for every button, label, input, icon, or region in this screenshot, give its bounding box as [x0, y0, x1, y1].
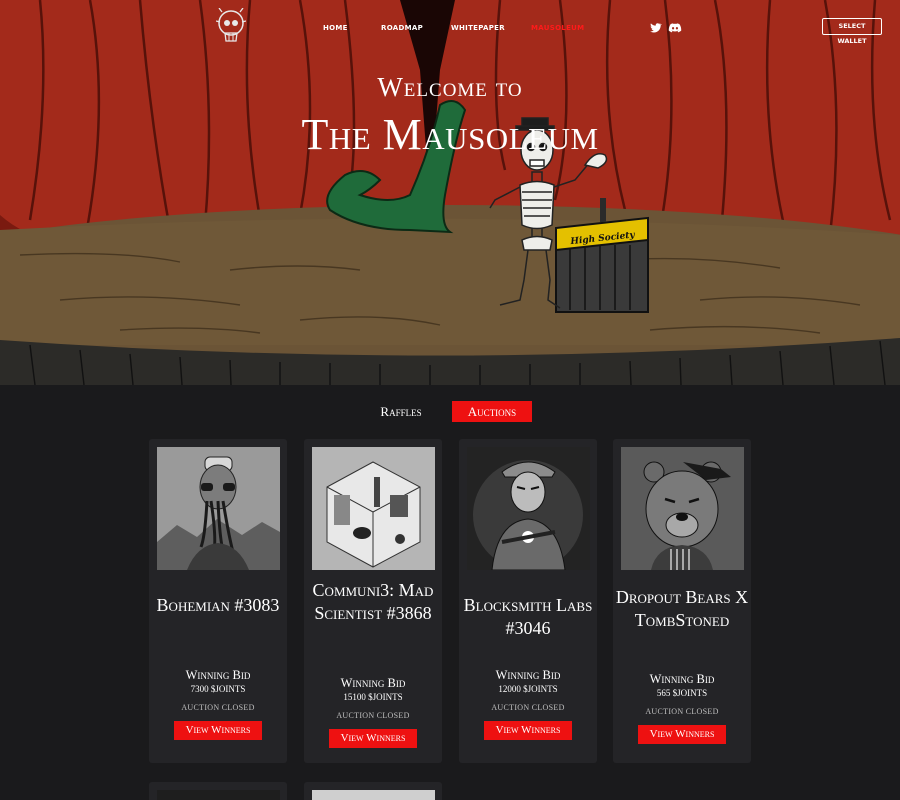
auction-card: [149, 782, 287, 800]
auction-card: Bohemian #3083 Winning Bid 7300 $JOINTS …: [149, 439, 287, 763]
card-title: Communi3: Mad Scientist #3868: [312, 580, 434, 623]
raffle-auction-tabs: Raffles Auctions: [0, 401, 900, 423]
auction-card: [304, 782, 442, 800]
view-winners-button[interactable]: View Winners: [174, 721, 262, 740]
winning-bid-value: 12000 $JOINTS: [498, 684, 558, 694]
auction-card: Blocksmith Labs #3046 Winning Bid 12000 …: [459, 439, 597, 763]
winning-bid-label: Winning Bid: [340, 676, 406, 690]
nav-mausoleum[interactable]: MAUSOLEUM: [531, 24, 584, 32]
tab-auctions[interactable]: Auctions: [452, 401, 532, 422]
nft-image: [312, 790, 435, 800]
card-title: Blocksmith Labs #3046: [463, 595, 593, 638]
nft-image: [157, 790, 280, 800]
nft-image: [157, 447, 280, 570]
auction-card: Dropout Bears X TombStoned Winning Bid 5…: [613, 439, 751, 763]
winning-bid-label: Winning Bid: [649, 672, 715, 686]
nft-image: [467, 447, 590, 570]
auction-card: Communi3: Mad Scientist #3868 Winning Bi…: [304, 439, 442, 763]
nft-image: [621, 447, 744, 570]
nav-whitepaper[interactable]: WHITEPAPER: [451, 24, 505, 32]
twitter-icon[interactable]: [648, 21, 662, 35]
view-winners-button[interactable]: View Winners: [484, 721, 572, 740]
winning-bid-label: Winning Bid: [495, 668, 561, 682]
auction-status: AUCTION CLOSED: [491, 703, 565, 712]
nft-image: [312, 447, 435, 570]
winning-bid-value: 565 $JOINTS: [656, 688, 708, 698]
nav-home[interactable]: HOME: [323, 24, 348, 32]
view-winners-button[interactable]: View Winners: [638, 725, 726, 744]
auction-status: AUCTION CLOSED: [336, 711, 410, 720]
auction-status: AUCTION CLOSED: [645, 707, 719, 716]
nav-roadmap[interactable]: ROADMAP: [381, 24, 423, 32]
hero-welcome-text: Welcome to: [377, 72, 523, 102]
discord-icon[interactable]: [668, 21, 682, 35]
card-title: Bohemian #3083: [156, 595, 280, 615]
stage-illustration: High Society: [0, 0, 900, 385]
winning-bid-value: 7300 $JOINTS: [190, 684, 246, 694]
top-nav: HOME ROADMAP WHITEPAPER MAUSOLEUM SELECT…: [0, 0, 900, 56]
card-title: Dropout Bears X TombStoned: [615, 587, 749, 630]
winning-bid-value: 15100 $JOINTS: [343, 692, 403, 702]
hero-banner: High Society HOME ROADMAP WHITEPAPER MAU…: [0, 0, 900, 385]
winning-bid-label: Winning Bid: [185, 668, 251, 682]
auction-status: AUCTION CLOSED: [181, 703, 255, 712]
select-wallet-button[interactable]: SELECT WALLET: [822, 18, 882, 45]
hero-title: The Mausoleum: [301, 110, 599, 159]
view-winners-button[interactable]: View Winners: [329, 729, 417, 748]
tab-raffles[interactable]: Raffles: [370, 401, 432, 422]
